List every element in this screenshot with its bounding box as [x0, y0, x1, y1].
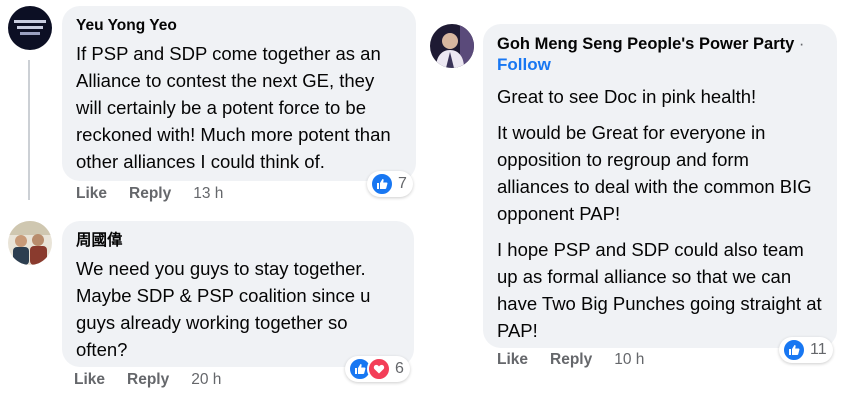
comment-text: It would be Great for everyone in opposi…	[497, 122, 812, 224]
love-icon	[367, 357, 391, 381]
like-button[interactable]: Like	[497, 351, 528, 369]
comment-timestamp[interactable]: 13 h	[193, 185, 223, 203]
comment-timestamp[interactable]: 10 h	[614, 351, 644, 369]
comment-actions: Like Reply 20 h	[74, 371, 243, 389]
thread-connector	[28, 60, 30, 200]
like-icon	[782, 338, 806, 362]
like-button[interactable]: Like	[76, 185, 107, 203]
comment-bubble: Yeu Yong Yeo If PSP and SDP come togethe…	[62, 6, 416, 181]
comment-actions: Like Reply 10 h	[497, 351, 666, 369]
like-icon	[370, 172, 394, 196]
comment-text: I hope PSP and SDP could also team up as…	[497, 239, 822, 341]
comment-timestamp[interactable]: 20 h	[191, 371, 221, 389]
comment-text: Great to see Doc in pink health!	[497, 86, 757, 107]
reaction-count: 11	[810, 341, 827, 358]
comment-text: We need you guys to stay together. Maybe…	[76, 258, 371, 360]
separator-dot: ·	[798, 35, 805, 53]
comment-author-row: Goh Meng Seng People's Power Party ·	[497, 34, 823, 54]
follow-link[interactable]: Follow	[497, 54, 823, 76]
avatar[interactable]	[8, 221, 52, 265]
reaction-count: 6	[395, 360, 404, 377]
comment-author[interactable]: Goh Meng Seng People's Power Party	[497, 35, 794, 53]
reply-button[interactable]: Reply	[127, 371, 169, 389]
reaction-count: 7	[398, 175, 407, 192]
reaction-summary[interactable]: 7	[367, 171, 413, 197]
avatar[interactable]	[430, 24, 474, 68]
comment-bubble: 周國偉 We need you guys to stay together. M…	[62, 221, 414, 367]
reply-button[interactable]: Reply	[550, 351, 592, 369]
avatar[interactable]	[8, 6, 52, 50]
reply-button[interactable]: Reply	[129, 185, 171, 203]
comment-text: If PSP and SDP come together as an Allia…	[76, 43, 391, 172]
reaction-summary[interactable]: 6	[345, 356, 410, 382]
comment-actions: Like Reply 13 h	[76, 185, 245, 203]
comment-author[interactable]: 周國偉	[76, 231, 400, 251]
reaction-summary[interactable]: 11	[779, 337, 833, 363]
comment-author[interactable]: Yeu Yong Yeo	[76, 16, 402, 36]
comment-bubble: Goh Meng Seng People's Power Party · Fol…	[483, 24, 837, 348]
like-button[interactable]: Like	[74, 371, 105, 389]
